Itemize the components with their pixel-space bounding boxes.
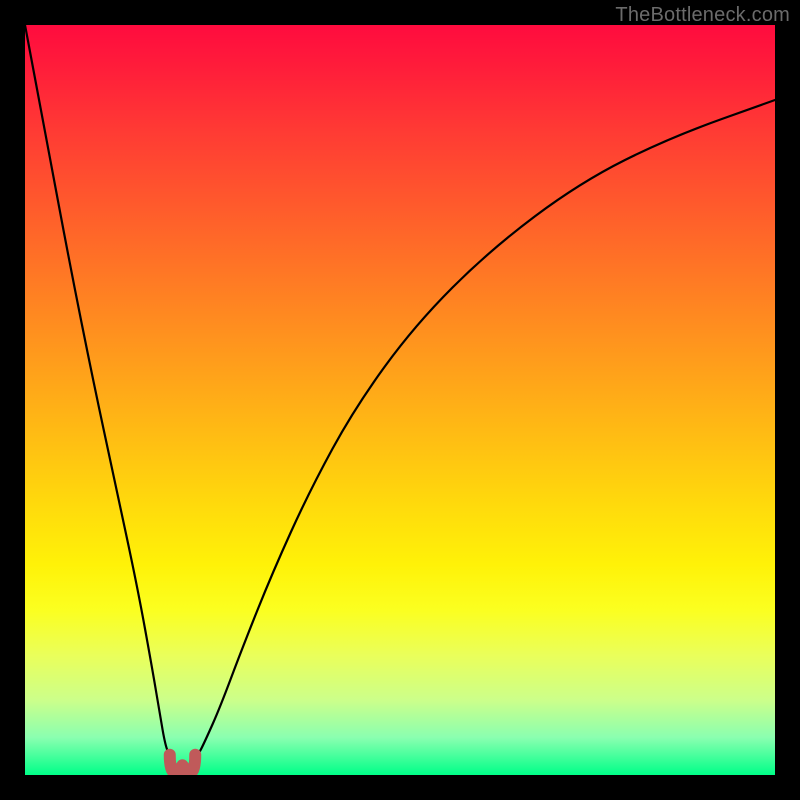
valley-marker xyxy=(170,755,196,773)
plot-area xyxy=(25,25,775,775)
curve-right-branch xyxy=(190,100,775,763)
watermark-text: TheBottleneck.com xyxy=(615,4,790,27)
chart-frame: TheBottleneck.com xyxy=(0,0,800,800)
curve-layer xyxy=(25,25,775,775)
curve-left-branch xyxy=(25,25,175,763)
